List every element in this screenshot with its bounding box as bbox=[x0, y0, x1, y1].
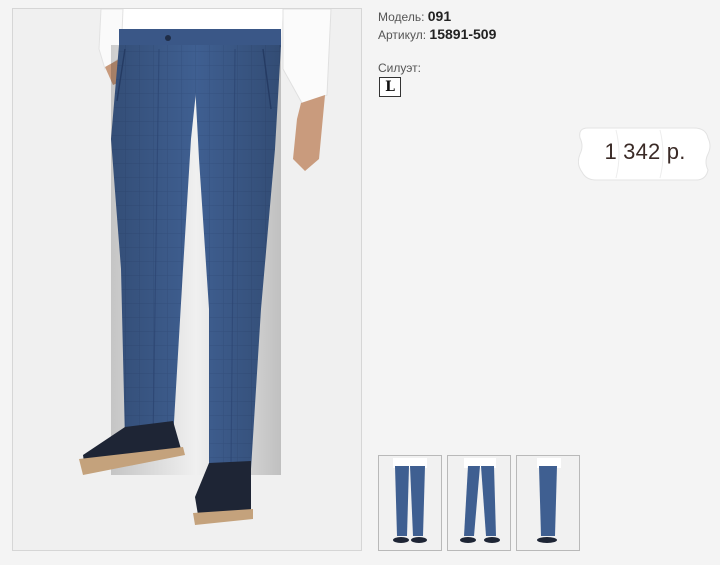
model-label: Модель: bbox=[378, 10, 425, 24]
price-value: 1 342 р. bbox=[604, 139, 686, 164]
thumbnail-side[interactable] bbox=[516, 455, 580, 551]
product-info: Модель: 091 Артикул: 15891-509 bbox=[378, 8, 496, 44]
model-row: Модель: 091 bbox=[378, 8, 496, 26]
thumbnail-strip bbox=[378, 455, 580, 551]
price-tag: 1 342 р. bbox=[578, 124, 712, 184]
article-row: Артикул: 15891-509 bbox=[378, 26, 496, 44]
silhouette-badge: L bbox=[379, 77, 401, 97]
thumbnail-front[interactable] bbox=[378, 455, 442, 551]
main-product-photo[interactable] bbox=[12, 8, 362, 551]
thumbnail-three-quarter-image bbox=[448, 456, 510, 550]
article-label: Артикул: bbox=[378, 28, 427, 42]
thumbnail-three-quarter[interactable] bbox=[447, 455, 511, 551]
thumbnail-front-image bbox=[379, 456, 441, 550]
article-value: 15891-509 bbox=[429, 26, 497, 42]
silhouette-label: Силуэт: bbox=[378, 61, 421, 75]
model-value: 091 bbox=[427, 8, 452, 24]
thumbnail-side-image bbox=[517, 456, 579, 550]
